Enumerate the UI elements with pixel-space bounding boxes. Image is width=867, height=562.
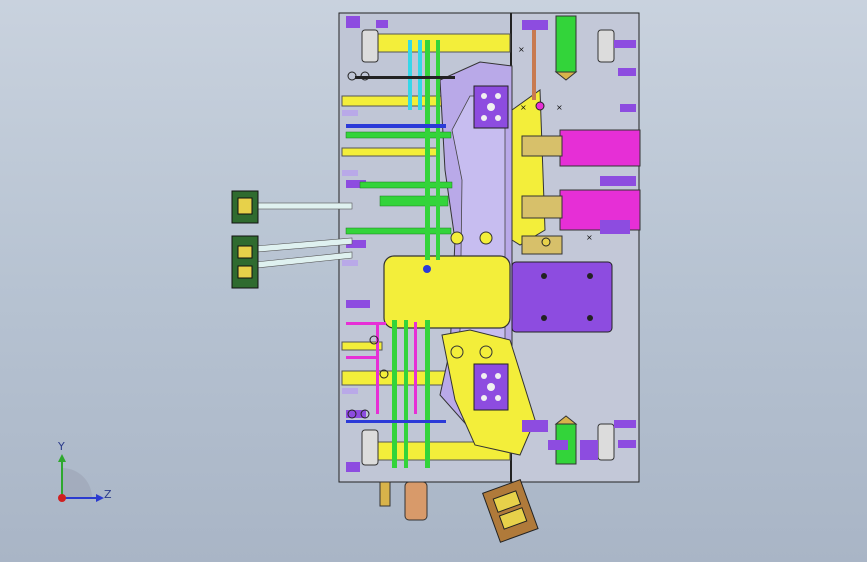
guide-block-tr [597,29,615,63]
purple-peg [614,40,636,48]
lavender-pin [342,388,358,394]
purple-post-1 [346,16,360,28]
purple-peg [580,440,598,460]
magenta-rod-3 [521,235,563,255]
green-cylinder-top [555,15,577,73]
external-pipe-1 [255,202,353,210]
connector-lower [231,235,259,289]
hole [481,373,487,379]
y-axis-label: Y [58,440,65,453]
magenta-rod-2 [521,195,563,219]
black-line-1 [355,76,455,79]
connector-upper [231,190,259,224]
brown-rod [532,30,536,100]
lavender-pin [342,110,358,116]
purple-peg [620,104,636,112]
purple-post-7 [376,20,388,28]
lavender-pin [342,170,358,176]
ejector-hole [541,315,547,321]
x-marker: × [556,103,563,112]
mold-assembly-model[interactable]: × × × × [0,0,867,562]
x-axis-dot [58,494,66,502]
cad-viewport[interactable]: × × × × Y Z [0,0,867,562]
screw-head [535,101,545,111]
purple-peg [522,420,548,432]
external-pipe-2 [255,237,353,253]
purple-peg [618,68,636,76]
external-pipe-3 [255,251,353,269]
hole [495,115,501,121]
purple-peg [618,440,636,448]
center-block-bolt [423,265,431,273]
hole [481,115,487,121]
hole [495,93,501,99]
ejector-hole [587,315,593,321]
purple-peg [600,176,636,186]
water-line-v4 [425,40,430,260]
hole [487,383,495,391]
upper-rod-b [341,147,438,157]
x-marker: × [520,103,527,112]
coordinate-triad: Y Z [48,440,118,510]
ejector-hole [587,273,593,279]
magenta-rod-1 [521,135,563,157]
purple-post-4 [346,300,370,308]
yellow-bump [479,345,493,359]
ejector-plate [511,261,613,333]
x-marker: × [518,45,525,54]
angled-slider-top [511,89,546,246]
hole [481,395,487,401]
z-axis-label: Z [104,488,112,501]
magenta-line-v2 [414,322,417,414]
water-line-h3 [345,227,452,235]
bottom-nozzle-1 [379,481,391,507]
center-block [383,255,511,329]
purple-post-6 [346,462,360,472]
purple-peg [522,20,548,30]
top-clamp-rod [377,33,511,53]
guide-block-bl [361,429,379,466]
hole [481,93,487,99]
yellow-bump [450,231,464,245]
magenta-line-v [376,322,379,414]
bottom-angled-fitting [482,479,539,543]
screw-head [541,237,551,247]
blue-line-1 [346,124,446,128]
magenta-line-1 [346,322,386,325]
blue-line-2 [346,420,446,423]
ejector-hole [541,273,547,279]
x-marker: × [586,233,593,242]
magenta-cylinder-1 [559,129,641,167]
cyan-line-1 [408,40,412,110]
hole [487,103,495,111]
yellow-bump [479,231,493,245]
water-line-v2 [404,320,408,468]
cyan-line-2 [418,40,422,110]
water-line-v5 [436,40,440,260]
guide-block-br [597,423,615,461]
water-line-v1 [392,320,397,468]
y-axis-arrow [58,454,66,462]
water-line-h1 [345,131,452,139]
bottom-nozzle-2 [404,481,428,521]
yellow-bump [450,345,464,359]
purple-peg [614,420,636,428]
purple-peg [548,440,568,450]
z-axis-arrow [96,494,104,502]
lavender-pin [342,260,358,266]
purple-peg [600,220,630,234]
hole [495,395,501,401]
water-line-v3 [425,320,430,468]
magenta-line-2 [346,356,376,359]
hole [495,373,501,379]
guide-block-tl [361,29,379,63]
